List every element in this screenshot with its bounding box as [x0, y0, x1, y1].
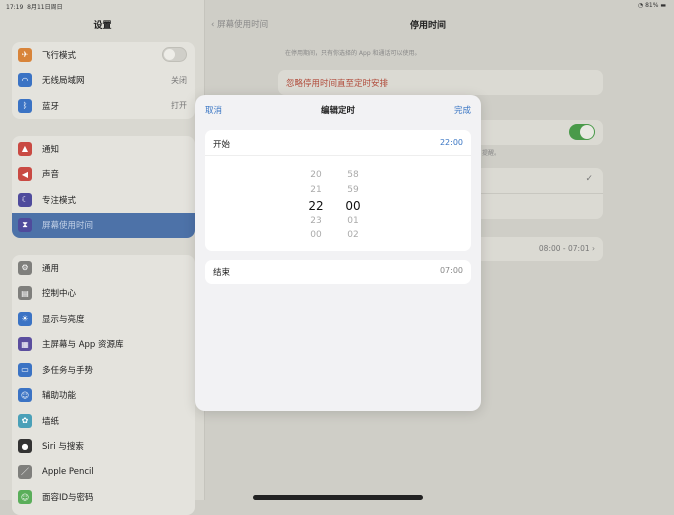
description: 在停用期间，只有你选择的 App 和通话可以使用。: [285, 50, 421, 57]
accessibility-icon: ☺: [18, 388, 32, 403]
sidebar-item-label: 墙纸: [42, 416, 60, 427]
sidebar-item-label: 专注模式: [42, 195, 77, 206]
grid-icon: ▦: [18, 337, 32, 352]
sidebar-item-label: 屏幕使用时间: [42, 221, 94, 232]
airplane-icon: ✈: [18, 47, 32, 62]
sidebar-item[interactable]: ☺ 辅助功能: [12, 383, 195, 409]
sidebar-item-label: Siri 与搜索: [42, 442, 84, 453]
moon-icon: ☾: [18, 192, 32, 207]
downtime-toggle[interactable]: [569, 124, 595, 140]
sidebar-item-label: 无线局域网: [42, 76, 85, 87]
picker-option[interactable]: 23: [306, 216, 326, 226]
sidebar-item-value: 打开: [171, 101, 187, 111]
sidebar-item[interactable]: ▦ 主屏幕与 App 资源库: [12, 332, 195, 358]
switches-icon: ▤: [18, 286, 32, 301]
settings-group: ▲ 通知 ◀ 声音 ☾ 专注模式 ⧗ 屏幕使用时间: [12, 136, 195, 238]
sidebar-item-label: 显示与亮度: [42, 314, 85, 325]
status-time: 17:19: [6, 4, 24, 11]
start-label: 开始: [213, 140, 231, 150]
end-label: 结束: [213, 268, 231, 278]
bell-icon: ▲: [18, 141, 32, 156]
picker-option[interactable]: 00: [343, 199, 363, 213]
sidebar-item[interactable]: ／ Apple Pencil: [12, 459, 195, 485]
sidebar-item-label: 蓝牙: [42, 101, 60, 112]
speaker-icon: ◀: [18, 167, 32, 182]
note: 提醒。: [482, 150, 501, 157]
sidebar-item-label: 面容ID与密码: [42, 493, 94, 504]
sidebar-item[interactable]: ☺ 面容ID与密码: [12, 485, 195, 511]
flower-icon: ✿: [18, 413, 32, 428]
hourglass-icon: ⧗: [18, 218, 32, 233]
sidebar-item-label: 辅助功能: [42, 391, 77, 402]
sidebar-item[interactable]: ᛒ 蓝牙 打开: [12, 93, 195, 119]
bluetooth-icon: ᛒ: [18, 98, 32, 113]
start-section: 开始 22:00 20 21 22 23 00 58 59 00 01 02: [205, 130, 471, 251]
picker-option[interactable]: 58: [343, 170, 363, 180]
picker-option[interactable]: 20: [306, 170, 326, 180]
siri-icon: ●: [18, 439, 32, 454]
end-value: 07:00: [439, 266, 463, 275]
settings-group: ⚙ 通用 ▤ 控制中心 ☀ 显示与亮度 ▦ 主屏幕与 App 资源库 ▭ 多任务与手势 ☺ 辅助功能 ✿…: [12, 255, 195, 515]
chevron-right-icon: ›: [592, 244, 595, 253]
picker-option[interactable]: 21: [306, 185, 326, 195]
sidebar-item-label: 主屏幕与 App 资源库: [42, 340, 124, 351]
sidebar-item[interactable]: ▭ 多任务与手势: [12, 357, 195, 383]
page-title: 停用时间: [410, 21, 447, 31]
back-button[interactable]: ‹ 屏幕使用时间: [211, 18, 268, 30]
sidebar-item-label: 飞行模式: [42, 50, 77, 61]
checkmark-icon: ✓: [585, 174, 593, 184]
sidebar: 设置 ✈ 飞行模式 ◠ 无线局域网 关闭 ᛒ 蓝牙 打开 ▲ 通知 ◀ 声音 ☾ 专注模式 ⧗ 屏幕使用时间…: [0, 0, 205, 515]
ignore-downtime-button[interactable]: 忽略停用时间直至定时安排: [278, 70, 603, 95]
sidebar-item-label: 多任务与手势: [42, 365, 94, 376]
start-value[interactable]: 22:00: [440, 138, 463, 147]
picker-option[interactable]: 02: [343, 230, 363, 240]
status-bar: 17:19 8月11日周日 ◔ 81% ▬: [6, 2, 666, 12]
picker-option[interactable]: 01: [343, 216, 363, 226]
sidebar-item[interactable]: ◠ 无线局域网 关闭: [12, 68, 195, 94]
sidebar-item[interactable]: ⚙ 通用: [12, 255, 195, 281]
pencil-icon: ／: [18, 464, 32, 479]
sidebar-item[interactable]: ▤ 控制中心: [12, 281, 195, 307]
picker-option[interactable]: 59: [343, 185, 363, 195]
sidebar-item-label: 通知: [42, 144, 60, 155]
modal-title: 编辑定时: [320, 106, 355, 116]
sidebar-item[interactable]: ▲ 通知: [12, 136, 195, 162]
settings-group: ✈ 飞行模式 ◠ 无线局域网 关闭 ᛒ 蓝牙 打开: [12, 42, 195, 119]
sidebar-item[interactable]: ◀ 声音: [12, 162, 195, 188]
sidebar-item-label: 声音: [42, 170, 60, 181]
sidebar-item[interactable]: ⧗ 屏幕使用时间: [12, 212, 195, 238]
done-button[interactable]: 完成: [454, 104, 471, 116]
faceid-icon: ☺: [18, 490, 32, 505]
sidebar-item[interactable]: ✈ 飞行模式: [12, 42, 195, 68]
sun-icon: ☀: [18, 311, 32, 326]
status-date: 8月11日周日: [27, 4, 63, 11]
multitask-icon: ▭: [18, 362, 32, 377]
airplane-toggle[interactable]: [162, 47, 187, 63]
wifi-icon: ◠: [18, 73, 32, 88]
sidebar-item[interactable]: ✿ 墙纸: [12, 408, 195, 434]
picker-option[interactable]: 22: [306, 199, 326, 213]
sidebar-item-label: 通用: [42, 263, 60, 274]
sidebar-title: 设置: [93, 21, 112, 31]
sidebar-item-label: 控制中心: [42, 289, 77, 300]
battery-indicator: ◔ 81% ▬: [637, 2, 666, 9]
picker-option[interactable]: 00: [306, 230, 326, 240]
sidebar-item[interactable]: ☾ 专注模式: [12, 187, 195, 213]
sidebar-item-label: Apple Pencil: [42, 466, 94, 477]
sidebar-item-value: 关闭: [171, 75, 187, 85]
end-row[interactable]: 结束 07:00: [205, 260, 471, 284]
edit-schedule-modal: 取消 编辑定时 完成 开始 22:00 20 21 22 23 00 58 59 00 01 0…: [195, 95, 481, 411]
home-indicator[interactable]: [253, 495, 423, 500]
gear-icon: ⚙: [18, 260, 32, 275]
sidebar-item[interactable]: ● Siri 与搜索: [12, 434, 195, 460]
sidebar-item[interactable]: ☀ 显示与亮度: [12, 306, 195, 332]
